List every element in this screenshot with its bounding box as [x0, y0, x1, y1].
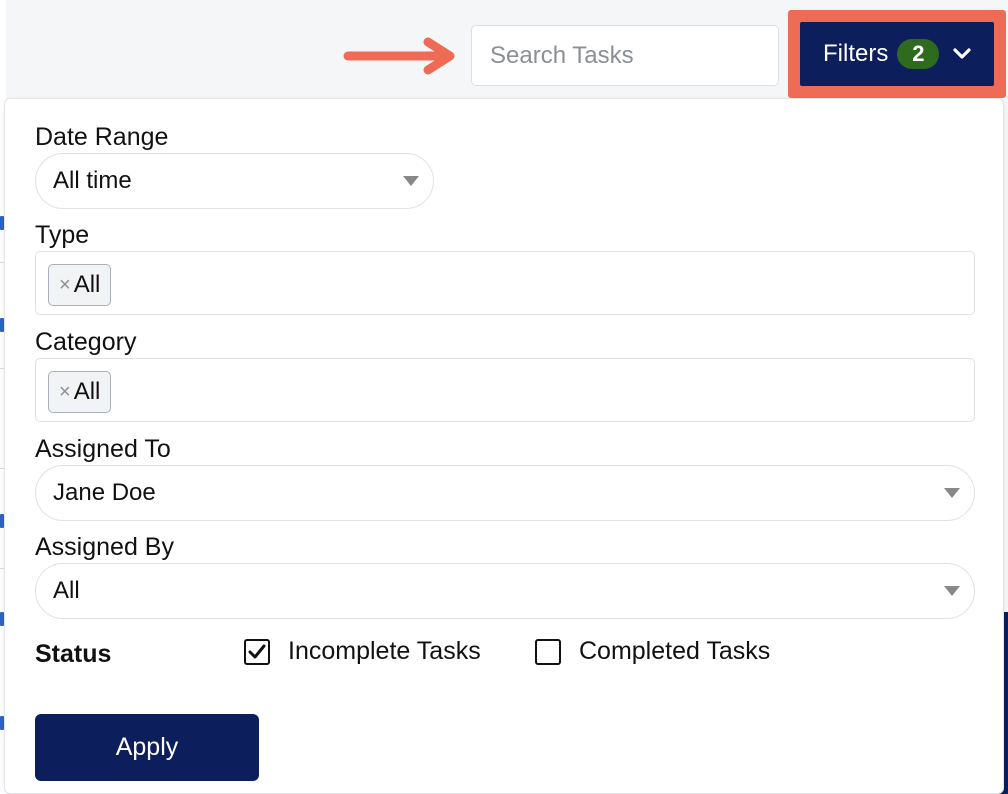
assigned-to-value: Jane Doe — [53, 479, 156, 506]
category-tag-chip: × All — [48, 371, 112, 413]
type-label: Type — [35, 221, 90, 249]
apply-button[interactable]: Apply — [35, 714, 259, 781]
assigned-by-select[interactable]: All — [35, 563, 975, 619]
type-multiselect[interactable]: × All — [35, 251, 975, 315]
assigned-by-value: All — [53, 577, 80, 604]
incomplete-tasks-label: Incomplete Tasks — [288, 637, 481, 665]
category-multiselect[interactable]: × All — [35, 358, 975, 422]
filters-button-label: Filters — [823, 40, 889, 67]
completed-tasks-checkbox[interactable] — [535, 638, 561, 665]
category-label: Category — [35, 328, 137, 356]
completed-tasks-label: Completed Tasks — [579, 637, 771, 665]
caret-down-icon — [944, 488, 960, 498]
assigned-to-label: Assigned To — [35, 435, 171, 463]
checkmark-icon — [248, 644, 266, 658]
annotation-arrow-icon — [343, 37, 455, 75]
date-range-value: All time — [53, 167, 132, 194]
filters-button[interactable]: Filters 2 — [800, 22, 994, 86]
caret-down-icon — [944, 586, 960, 596]
search-input[interactable] — [471, 25, 779, 86]
caret-down-icon — [403, 176, 419, 186]
status-label: Status — [35, 640, 112, 668]
date-range-select[interactable]: All time — [35, 153, 434, 209]
remove-tag-icon[interactable]: × — [59, 274, 71, 297]
chevron-down-icon — [953, 48, 971, 59]
assigned-by-label: Assigned By — [35, 533, 174, 561]
filters-count-badge: 2 — [897, 39, 940, 69]
incomplete-tasks-option[interactable]: Incomplete Tasks — [244, 637, 481, 666]
type-tag-label: All — [73, 271, 101, 298]
filters-panel: Date Range All time Type × All Category … — [4, 98, 1004, 794]
incomplete-tasks-checkbox[interactable] — [244, 638, 270, 665]
date-range-label: Date Range — [35, 123, 169, 151]
category-tag-label: All — [73, 378, 101, 405]
type-tag-chip: × All — [48, 264, 112, 306]
completed-tasks-option[interactable]: Completed Tasks — [535, 637, 770, 666]
remove-tag-icon[interactable]: × — [59, 381, 71, 404]
assigned-to-select[interactable]: Jane Doe — [35, 465, 975, 521]
